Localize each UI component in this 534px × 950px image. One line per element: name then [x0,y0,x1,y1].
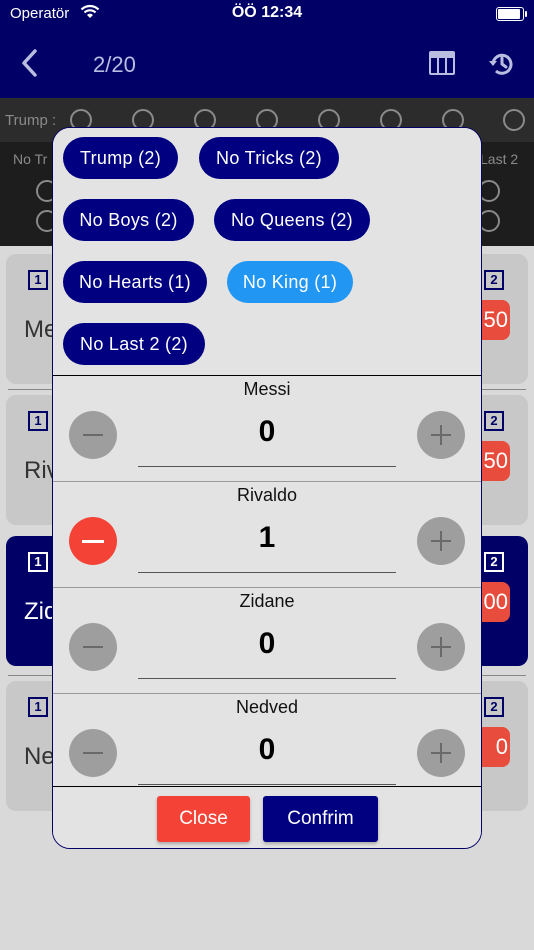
chip-no-hearts[interactable]: No Hearts (1) [63,261,207,303]
increment-button[interactable] [417,729,465,777]
chip-no-boys[interactable]: No Boys (2) [63,199,194,241]
player-score-list[interactable]: Messi 0 Rivaldo 1 Zidane 0 Nedved 0 [53,376,481,786]
modal-footer: Close Confrim [53,786,481,848]
player-row: Rivaldo 1 [53,482,481,588]
chip-no-last-2[interactable]: No Last 2 (2) [63,323,205,365]
chip-no-tricks[interactable]: No Tricks (2) [199,137,339,179]
game-type-chips: Trump (2) No Tricks (2) No Boys (2) No Q… [53,128,481,376]
player-row: Nedved 0 [53,694,481,786]
player-name: Rivaldo [236,485,298,505]
chip-trump[interactable]: Trump (2) [63,137,178,179]
player-row: Zidane 0 [53,588,481,694]
player-name: Zidane [239,591,295,611]
player-name: Nedved [235,697,299,717]
player-name: Messi [243,379,291,399]
increment-button[interactable] [417,623,465,671]
player-row: Messi 0 [53,376,481,482]
chip-no-king[interactable]: No King (1) [227,261,353,303]
chip-no-queens[interactable]: No Queens (2) [214,199,370,241]
increment-button[interactable] [417,517,465,565]
confirm-button[interactable]: Confrim [263,796,378,842]
close-button[interactable]: Close [157,796,250,842]
increment-button[interactable] [417,411,465,459]
score-entry-modal: Trump (2) No Tricks (2) No Boys (2) No Q… [52,127,482,849]
